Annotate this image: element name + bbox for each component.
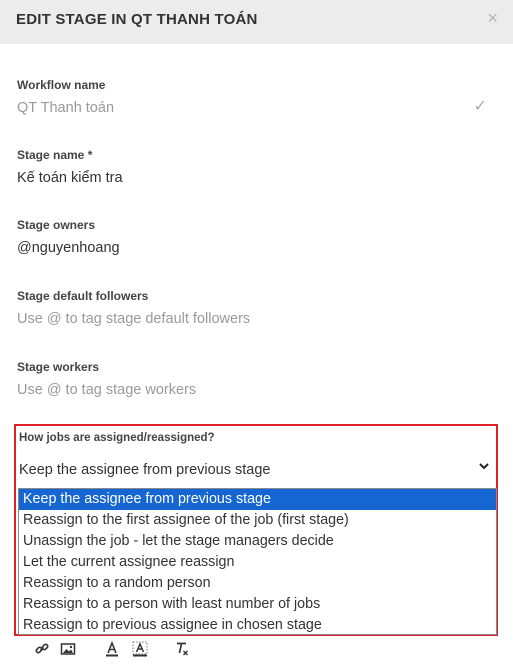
stage-name-field: Stage name * Kế toán kiểm tra: [17, 148, 497, 186]
assignment-option[interactable]: Keep the assignee from previous stage: [19, 489, 496, 510]
stage-workers-input[interactable]: Use @ to tag stage workers: [17, 382, 497, 398]
assignment-option[interactable]: Let the current assignee reassign: [19, 552, 496, 573]
assignment-option[interactable]: Reassign to the first assignee of the jo…: [19, 510, 496, 531]
stage-name-input[interactable]: Kế toán kiểm tra: [17, 170, 497, 186]
stage-name-label: Stage name *: [17, 148, 93, 162]
assignment-option[interactable]: Unassign the job - let the stage manager…: [19, 531, 496, 552]
dialog-header: EDIT STAGE IN QT THANH TOÁN ×: [0, 0, 513, 44]
assignment-option[interactable]: Reassign to previous assignee in chosen …: [19, 615, 496, 636]
workflow-name-label: Workflow name: [17, 78, 106, 92]
check-icon: ✓: [473, 98, 487, 115]
link-icon[interactable]: [34, 641, 50, 657]
stage-workers-label: Stage workers: [17, 360, 100, 374]
clear-format-icon[interactable]: [174, 641, 190, 657]
stage-default-followers-label: Stage default followers: [17, 289, 149, 303]
assignment-label: How jobs are assigned/reassigned?: [19, 432, 215, 444]
assignment-option[interactable]: Reassign to a random person: [19, 573, 496, 594]
stage-owners-field: Stage owners @nguyenhoang: [17, 218, 497, 256]
dialog-title: EDIT STAGE IN QT THANH TOÁN: [16, 11, 258, 28]
image-icon[interactable]: [60, 641, 76, 657]
chevron-down-icon[interactable]: [478, 459, 490, 477]
close-icon[interactable]: ×: [487, 8, 498, 29]
assignment-options-list: Keep the assignee from previous stage Re…: [18, 488, 497, 635]
stage-default-followers-input[interactable]: Use @ to tag stage default followers: [17, 311, 497, 327]
assignment-highlight-box: How jobs are assigned/reassigned? Keep t…: [14, 424, 498, 636]
workflow-name-input[interactable]: QT Thanh toán: [17, 100, 497, 116]
background-color-icon[interactable]: [132, 641, 148, 657]
assignment-option[interactable]: Reassign to a person with least number o…: [19, 594, 496, 615]
stage-owners-label: Stage owners: [17, 218, 96, 232]
assignment-select[interactable]: Keep the assignee from previous stage: [19, 462, 270, 478]
stage-default-followers-field: Stage default followers Use @ to tag sta…: [17, 289, 497, 327]
stage-owners-input[interactable]: @nguyenhoang: [17, 240, 497, 256]
font-color-icon[interactable]: [104, 640, 120, 657]
workflow-name-field: Workflow name QT Thanh toán ✓: [17, 78, 497, 116]
stage-workers-field: Stage workers Use @ to tag stage workers: [17, 360, 497, 398]
